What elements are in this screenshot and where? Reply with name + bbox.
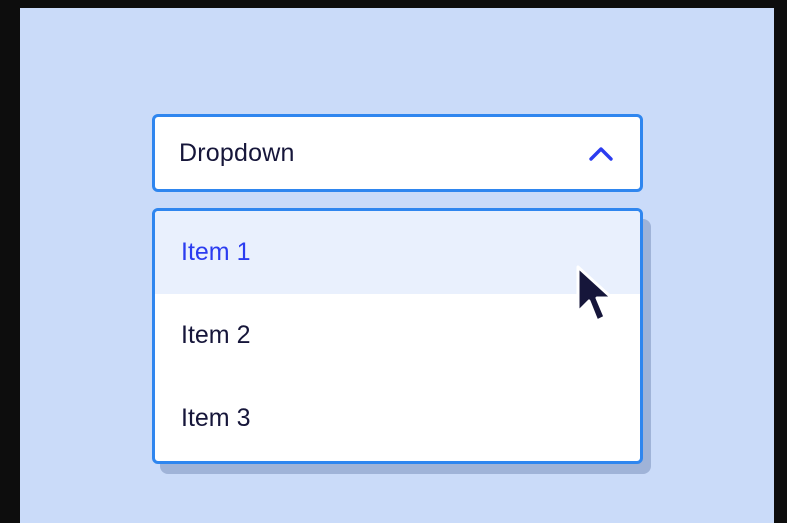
dropdown-item-1[interactable]: Item 1: [155, 211, 640, 294]
dropdown-item-2[interactable]: Item 2: [155, 294, 640, 377]
dropdown-label: Dropdown: [179, 138, 295, 167]
canvas: Dropdown Item 1 Item 2 Item 3: [20, 8, 774, 523]
dropdown-menu: Item 1 Item 2 Item 3: [152, 208, 643, 464]
dropdown-trigger[interactable]: Dropdown: [152, 114, 643, 192]
dropdown-item-label: Item 3: [181, 404, 251, 432]
dropdown-item-label: Item 1: [181, 238, 251, 266]
dropdown-item-label: Item 2: [181, 321, 251, 349]
dropdown-item-3[interactable]: Item 3: [155, 377, 640, 460]
chevron-up-icon[interactable]: [588, 144, 614, 162]
